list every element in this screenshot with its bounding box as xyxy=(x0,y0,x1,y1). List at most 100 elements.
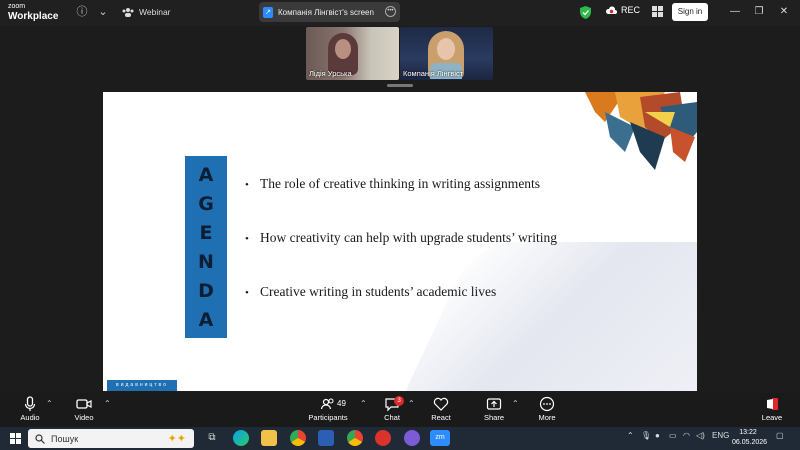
participants-icon xyxy=(320,398,334,410)
leave-label: Leave xyxy=(761,413,783,422)
agenda-item: • Creative writing in students’ academic … xyxy=(245,284,497,299)
participants-options-caret-icon[interactable]: ⌃ xyxy=(360,399,367,408)
resize-handle[interactable] xyxy=(387,84,413,87)
chat-label: Chat xyxy=(384,413,400,422)
audio-label: Audio xyxy=(20,413,40,422)
language-indicator[interactable]: ENG xyxy=(712,431,729,440)
tray-microphone-icon[interactable]: 🎙 xyxy=(641,431,651,440)
agenda-item-text: Creative writing in students’ academic l… xyxy=(260,284,497,299)
participant-count: 49 xyxy=(337,399,346,408)
share-screen-icon: ↗ xyxy=(263,6,273,18)
notifications-icon[interactable]: ▢ xyxy=(776,431,784,440)
agenda-letter: G xyxy=(198,192,214,215)
video-button[interactable]: Video xyxy=(64,396,104,422)
shared-slide: A G E N D A • The role of creative thinki… xyxy=(103,92,697,391)
leave-button[interactable]: Leave xyxy=(752,396,792,422)
presentation-app-icon[interactable] xyxy=(375,430,391,446)
agenda-item: • The role of creative thinking in writin… xyxy=(245,176,541,191)
video-options-caret-icon[interactable]: ⌃ xyxy=(104,399,111,408)
search-highlight-icon: ✦✦ xyxy=(167,433,186,445)
recording-indicator[interactable]: REC xyxy=(605,5,640,15)
participants-label: Participants xyxy=(308,413,348,422)
battery-icon[interactable]: ▭ xyxy=(669,431,677,440)
participant-name: Лідія Урська xyxy=(309,69,352,78)
chevron-down-icon[interactable]: ⌄ xyxy=(96,5,110,19)
minimize-button[interactable]: — xyxy=(728,4,742,20)
title-bar: zoom Workplace ⓘ ⌄ Webinar ↗ Компанія Лі… xyxy=(0,0,800,26)
zoom-taskbar-icon[interactable]: zm xyxy=(430,430,450,446)
heart-icon xyxy=(433,397,449,411)
logo-line-2: Workplace xyxy=(8,11,59,22)
agenda-item-text: The role of creative thinking in writing… xyxy=(260,176,541,191)
chat-options-caret-icon[interactable]: ⌃ xyxy=(408,399,415,408)
windows-start-icon[interactable] xyxy=(10,433,21,444)
more-button[interactable]: More xyxy=(527,396,567,422)
view-grid-icon[interactable] xyxy=(652,6,663,17)
wifi-icon[interactable]: ◠ xyxy=(683,431,690,440)
search-icon xyxy=(35,433,45,444)
chat-unread-badge: 3 xyxy=(394,396,404,406)
tray-overflow-icon[interactable]: ⌃ xyxy=(627,431,634,440)
taskbar-clock[interactable]: 13:22 06.05.2026 xyxy=(732,428,768,448)
agenda-letter: E xyxy=(199,221,213,244)
agenda-letter: N xyxy=(198,250,214,273)
participant-video-tile[interactable]: Лідія Урська xyxy=(306,27,399,80)
taskbar-search-box[interactable]: Пошук ✦✦ xyxy=(28,429,194,448)
file-explorer-icon[interactable] xyxy=(261,430,277,446)
slide-background-swoosh xyxy=(391,242,697,391)
publisher-tag: видавництво xyxy=(107,380,177,391)
shared-screen-title: Компанія Лінгвіст's screen xyxy=(278,7,374,17)
agenda-letter: A xyxy=(198,308,214,331)
share-button[interactable]: Share xyxy=(474,396,514,422)
agenda-item-text: How creativity can help with upgrade stu… xyxy=(260,230,558,245)
webinar-indicator[interactable]: Webinar xyxy=(122,4,171,20)
security-shield-icon[interactable] xyxy=(580,6,591,19)
share-options-caret-icon[interactable]: ⌃ xyxy=(512,399,519,408)
edge-browser-icon[interactable] xyxy=(233,430,249,446)
participant-name: Компанія Лінгвіст xyxy=(403,69,464,78)
volume-icon[interactable]: ◁) xyxy=(696,431,705,440)
more-label: More xyxy=(538,413,556,422)
shared-screen-tab[interactable]: ↗ Компанія Лінгвіст's screen ••• xyxy=(259,2,400,22)
more-options-icon[interactable]: ••• xyxy=(385,6,396,17)
chrome-icon[interactable] xyxy=(290,430,306,446)
react-button[interactable]: React xyxy=(421,396,461,422)
more-icon xyxy=(539,396,555,412)
chrome-profile-icon[interactable] xyxy=(347,430,363,446)
close-button[interactable]: ✕ xyxy=(777,4,791,20)
clock-date: 06.05.2026 xyxy=(732,439,768,446)
tray-app-icon[interactable]: ● xyxy=(655,431,660,440)
share-screen-icon xyxy=(486,398,502,410)
microphone-icon xyxy=(24,396,36,411)
restore-button[interactable]: ❐ xyxy=(752,4,766,20)
search-placeholder: Пошук xyxy=(51,433,79,444)
task-view-icon[interactable]: ⧉ xyxy=(204,430,220,446)
audio-button[interactable]: Audio xyxy=(10,396,50,422)
clock-time: 13:22 xyxy=(739,429,757,436)
zoom-logo: zoom Workplace xyxy=(8,2,58,22)
viber-icon[interactable] xyxy=(404,430,420,446)
agenda-banner: A G E N D A xyxy=(185,156,227,338)
react-label: React xyxy=(431,413,451,422)
agenda-letter: A xyxy=(198,163,214,186)
cloud-record-icon xyxy=(605,5,617,14)
participant-video-tile[interactable]: Компанія Лінгвіст xyxy=(400,27,493,80)
chat-button[interactable]: Chat xyxy=(372,396,412,422)
agenda-letter: D xyxy=(198,279,214,302)
video-label: Video xyxy=(74,413,94,422)
feather-decoration-image xyxy=(585,92,697,170)
leave-icon xyxy=(767,398,778,410)
meeting-toolbar: Audio ⌃ Video ⌃ Participants 49 ⌃ Chat 3… xyxy=(0,393,800,427)
zoom-window: zoom Workplace ⓘ ⌄ Webinar ↗ Компанія Лі… xyxy=(0,0,800,450)
webinar-icon xyxy=(122,7,134,17)
sign-in-button[interactable]: Sign in xyxy=(672,3,708,21)
webinar-label: Webinar xyxy=(139,7,171,17)
camera-icon xyxy=(76,399,92,409)
rec-label: REC xyxy=(621,5,641,15)
info-icon[interactable]: ⓘ xyxy=(75,5,89,19)
windows-taskbar: Пошук ✦✦ ⧉ zm ⌃ 🎙 ● ▭ ◠ ◁) ENG 13:22 06.… xyxy=(0,427,800,450)
agenda-item: • How creativity can help with upgrade st… xyxy=(245,230,558,245)
word-icon[interactable] xyxy=(318,430,334,446)
share-label: Share xyxy=(483,413,504,422)
audio-options-caret-icon[interactable]: ⌃ xyxy=(46,399,53,408)
